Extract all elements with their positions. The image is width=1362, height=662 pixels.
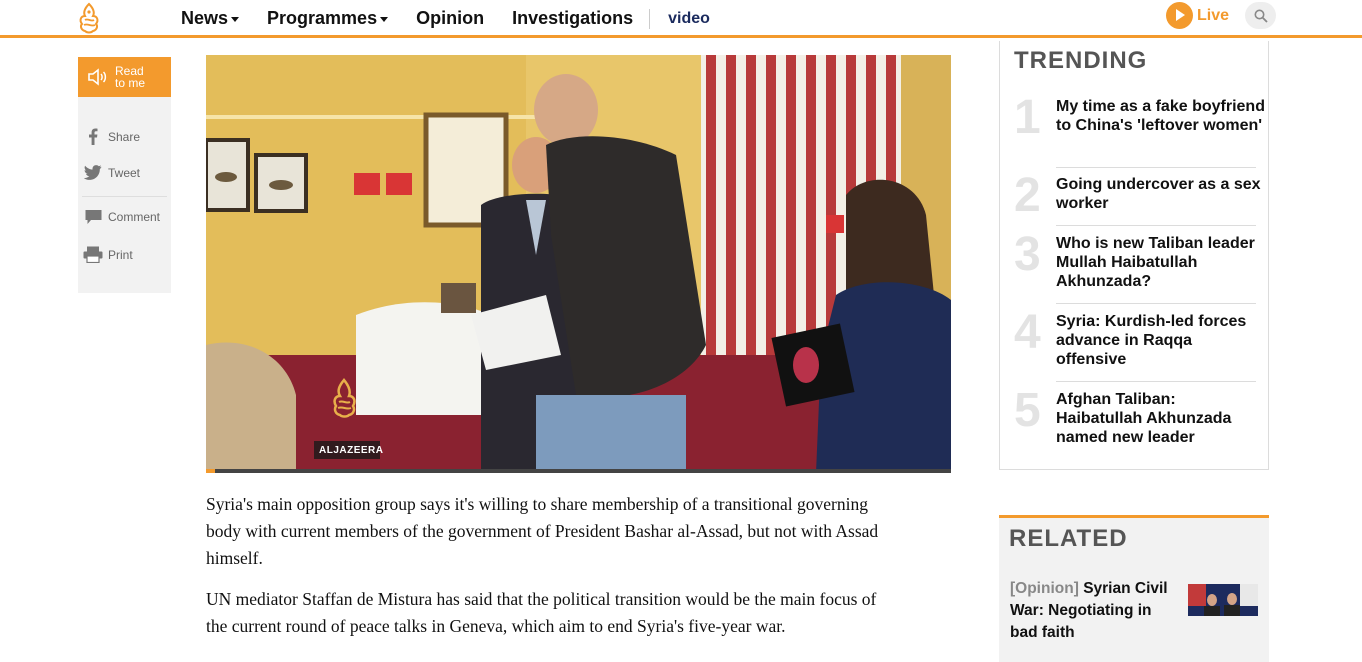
nav-opinion[interactable]: Opinion	[416, 8, 484, 29]
share-twitter-button[interactable]: Tweet	[78, 165, 171, 180]
read-to-me-label: Read to me	[115, 65, 155, 89]
nav-programmes[interactable]: Programmes	[267, 8, 389, 29]
read-to-me-button[interactable]: Read to me	[78, 57, 171, 97]
trending-headline[interactable]: Going undercover as a sex worker	[1056, 175, 1266, 213]
comment-button[interactable]: Comment	[78, 209, 171, 225]
trending-divider	[1056, 167, 1256, 168]
trending-divider	[1056, 381, 1256, 382]
video-progress-fill	[206, 469, 215, 473]
trending-rank: 1	[1014, 91, 1041, 144]
article-paragraph: Syria's main opposition group says it's …	[206, 494, 879, 568]
search-button[interactable]	[1245, 2, 1276, 29]
trending-rank: 3	[1014, 228, 1041, 281]
trending-title: TRENDING	[1014, 47, 1148, 74]
share-label: Share	[108, 129, 141, 144]
related-panel: RELATED [Opinion] Syrian Civil War: Nego…	[999, 515, 1269, 662]
search-icon	[1254, 9, 1268, 23]
trending-headline[interactable]: Syria: Kurdish-led forces advance in Raq…	[1056, 312, 1266, 369]
play-icon	[1166, 2, 1193, 29]
nav-news-label: News	[181, 8, 229, 28]
live-label: Live	[1197, 6, 1230, 24]
print-label: Print	[108, 247, 133, 262]
video-frame-image	[206, 55, 951, 473]
print-button[interactable]: Print	[78, 246, 171, 263]
nav-investigations[interactable]: Investigations	[512, 8, 633, 29]
share-divider	[82, 196, 167, 197]
chevron-down-icon	[231, 17, 240, 22]
related-thumbnail[interactable]	[1188, 584, 1258, 624]
trending-divider	[1056, 225, 1256, 226]
video-progress-bar[interactable]	[206, 469, 951, 473]
video-player[interactable]: ALJAZEERA	[206, 55, 951, 473]
trending-headline[interactable]: My time as a fake boyfriend to China's '…	[1056, 97, 1266, 135]
trending-headline[interactable]: Afghan Taliban: Haibatullah Akhunzada na…	[1056, 390, 1266, 447]
trending-divider	[1056, 303, 1256, 304]
nav-programmes-label: Programmes	[267, 8, 378, 28]
nav-video[interactable]: video	[668, 10, 710, 28]
article-paragraph: UN mediator Staffan de Mistura has said …	[206, 589, 877, 636]
top-navigation-bar: News Programmes Opinion Investigations v…	[0, 0, 1362, 38]
nav-divider	[649, 8, 651, 29]
trending-rank: 2	[1014, 169, 1041, 222]
trending-headline[interactable]: Who is new Taliban leader Mullah Haibatu…	[1056, 234, 1266, 291]
nav-investigations-label: Investigations	[512, 8, 634, 28]
trending-panel: TRENDING 1 My time as a fake boyfriend t…	[999, 41, 1269, 470]
share-facebook-button[interactable]: Share	[78, 128, 171, 145]
print-icon	[82, 246, 104, 263]
aljazeera-logo-icon[interactable]	[74, 2, 104, 34]
trending-rank: 5	[1014, 384, 1041, 437]
related-tag: [Opinion]	[1010, 580, 1079, 597]
facebook-icon	[82, 128, 104, 145]
live-button[interactable]: Live	[1166, 2, 1229, 29]
nav-opinion-label: Opinion	[416, 8, 485, 28]
comment-icon	[82, 209, 104, 225]
related-article-link[interactable]: [Opinion] Syrian Civil War: Negotiating …	[1010, 578, 1180, 644]
related-title: RELATED	[1009, 525, 1128, 552]
comment-label: Comment	[108, 210, 161, 224]
chevron-down-icon	[380, 17, 389, 22]
tweet-label: Tweet	[108, 165, 141, 180]
read-label-line2: to me	[115, 76, 146, 90]
trending-rank: 4	[1014, 306, 1041, 359]
speaker-icon	[88, 68, 107, 86]
share-sidebar: Read to me Share Tweet Comment Print	[78, 57, 171, 293]
twitter-icon	[82, 165, 104, 180]
main-nav: News Programmes Opinion Investigations v…	[181, 8, 738, 29]
nav-news[interactable]: News	[181, 8, 240, 29]
video-watermark-text: ALJAZEERA	[319, 445, 384, 456]
